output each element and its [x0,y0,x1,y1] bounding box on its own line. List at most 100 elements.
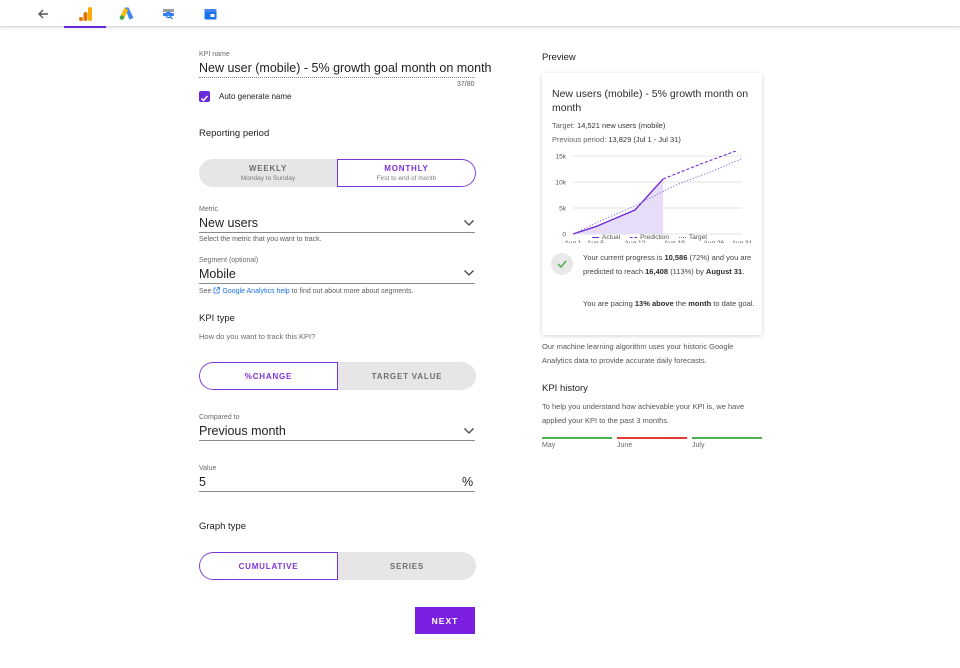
tab-my-business[interactable] [189,0,231,27]
pacing-text-3: to date goal. [713,299,755,308]
metric-underline [199,232,475,233]
value-input[interactable]: 5 [199,475,206,489]
segment-label: Segment (optional) [199,257,259,264]
kpi-type-sub: How do you want to track this KPI? [199,332,316,341]
previous-label: Previous period: [552,135,607,144]
metric-select[interactable]: New users [199,216,258,230]
y-tick-label: 0 [562,232,566,239]
auto-generate-label: Auto generate name [219,92,292,101]
tab-google-ads[interactable] [105,0,147,27]
pacing-text-2: the [675,299,687,308]
series-prediction-line [662,151,738,180]
back-button[interactable] [22,0,64,27]
pacing-text-1: You are pacing [583,299,633,308]
actual-area [573,178,664,234]
history-month-label: May [542,442,556,449]
progress-value: 10,586 [664,253,688,262]
chevron-down-icon[interactable] [463,269,475,277]
tab-search-console[interactable] [147,0,189,27]
period-weekly-label: WEEKLY [248,164,288,173]
kpi-name-input[interactable]: New user (mobile) - 5% growth goal month… [199,61,492,75]
history-bar-june [617,437,687,439]
preview-card-title: New users (mobile) - 5% growth month on … [552,88,749,114]
graph-cumulative-label: CUMULATIVE [238,561,299,571]
segment-hint-pre: See [199,288,212,295]
chart-legend: Actual Prediction Target [592,234,707,241]
kpi-type-toggle: %CHANGE TARGET VALUE [199,362,476,390]
external-link-icon [214,287,221,294]
x-tick-label: Aug 31 [732,240,753,243]
x-tick-label: Aug 1 [565,240,582,243]
y-tick-label: 15k [556,154,567,161]
check-circle [551,253,573,275]
legend-label: Actual [602,234,621,241]
pacing-month: month [688,299,712,308]
preview-title: Preview [542,52,576,63]
graph-series-option[interactable]: SERIES [338,552,476,580]
period-monthly-option[interactable]: MONTHLY First to end of month [337,159,476,187]
check-icon [557,260,567,269]
compared-to-select[interactable]: Previous month [199,424,286,438]
segment-hint: See Google Analytics help to find out ab… [199,287,413,295]
target-value: 14,521 new users (mobile) [577,121,666,130]
history-bar-may [542,437,612,439]
predicted-value: 16,408 [645,267,669,276]
compared-to-underline [199,440,475,441]
kpi-type-change-label: %CHANGE [244,371,293,381]
previous-line: Previous period: 13,829 (Jul 1 - Jul 31) [552,135,681,144]
progress-summary: Your current progress is 10,586 (72%) an… [583,253,752,276]
metric-hint: Select the metric that you want to track… [199,236,322,243]
period-weekly-sub: Monday to Sunday [240,175,296,182]
value-underline [199,491,475,492]
top-toolbar [0,0,960,28]
pacing-value: 13% above [634,299,674,308]
kpi-name-counter: 37/80 [457,81,475,88]
value-label: Value [199,465,217,472]
target-label: Target: [552,121,575,130]
legend-label: Target [688,234,708,241]
graph-cumulative-option[interactable]: CUMULATIVE [199,552,338,580]
graph-type-title: Graph type [199,521,246,532]
segment-underline [199,283,475,284]
period-monthly-label: MONTHLY [384,164,429,173]
google-analytics-help-link[interactable]: Google Analytics help [222,288,289,295]
progress-text-3: (113%) by [670,267,704,276]
graph-type-toggle: CUMULATIVE SERIES [199,552,476,580]
tab-google-analytics[interactable] [64,0,106,28]
auto-generate-checkbox[interactable] [199,91,210,102]
progress-text-1: Your current progress is [583,253,663,262]
history-month-label: July [692,442,705,449]
kpi-type-change-option[interactable]: %CHANGE [199,362,338,390]
google-analytics-icon [78,6,92,21]
kpi-type-title: KPI type [199,313,235,324]
kpi-type-target-option[interactable]: TARGET VALUE [338,362,476,390]
chevron-down-icon[interactable] [463,427,475,435]
kpi-type-target-label: TARGET VALUE [371,371,443,381]
reporting-period-title: Reporting period [199,128,270,139]
legend-item-prediction: Prediction [630,234,669,241]
kpi-name-label: KPI name [199,51,230,58]
pacing-summary: You are pacing 13% above the month to da… [583,297,755,311]
reporting-period-toggle: WEEKLY Monday to Sunday MONTHLY First to… [199,159,476,187]
history-month-label: June [617,442,633,449]
segment-hint-post: to find out about more about segments. [291,288,414,295]
period-weekly-option[interactable]: WEEKLY Monday to Sunday [199,159,337,187]
google-ads-icon [119,7,133,20]
predicted-date: August 31 [705,267,743,276]
legend-item-actual: Actual [592,234,620,241]
previous-value: 13,829 (Jul 1 - Jul 31) [608,135,681,144]
value-unit: % [462,475,474,489]
metric-label: Metric [199,206,219,213]
kpi-name-underline [199,77,475,78]
legend-label: Prediction [640,234,669,241]
y-tick-label: 10k [556,180,567,187]
compared-to-label: Compared to [199,414,240,421]
preview-card: New users (mobile) - 5% growth month on … [542,73,762,335]
ml-note: Our machine learning algorithm uses your… [542,342,734,365]
target-line: Target: 14,521 new users (mobile) [552,121,665,130]
segment-select[interactable]: Mobile [199,267,236,281]
chevron-down-icon[interactable] [463,219,475,227]
kpi-history-title: KPI history [542,383,588,394]
next-button[interactable]: NEXT [415,607,475,634]
graph-series-label: SERIES [389,561,425,571]
